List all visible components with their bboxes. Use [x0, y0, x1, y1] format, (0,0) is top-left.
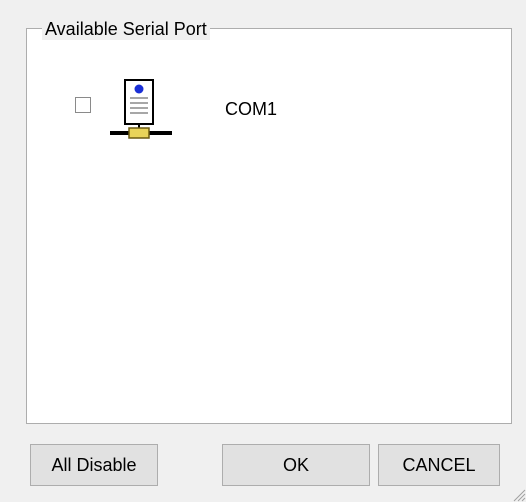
port-checkbox[interactable]: [75, 97, 91, 113]
resize-grip-icon[interactable]: [510, 486, 526, 502]
groupbox-title: Available Serial Port: [42, 18, 210, 40]
ok-button[interactable]: OK: [222, 444, 370, 486]
port-name: COM1: [225, 99, 278, 119]
all-disable-button[interactable]: All Disable: [30, 444, 158, 486]
serial-port-icon: [110, 79, 172, 139]
cancel-button[interactable]: CANCEL: [378, 444, 500, 486]
port-item-com1[interactable]: COM1: [70, 78, 370, 142]
